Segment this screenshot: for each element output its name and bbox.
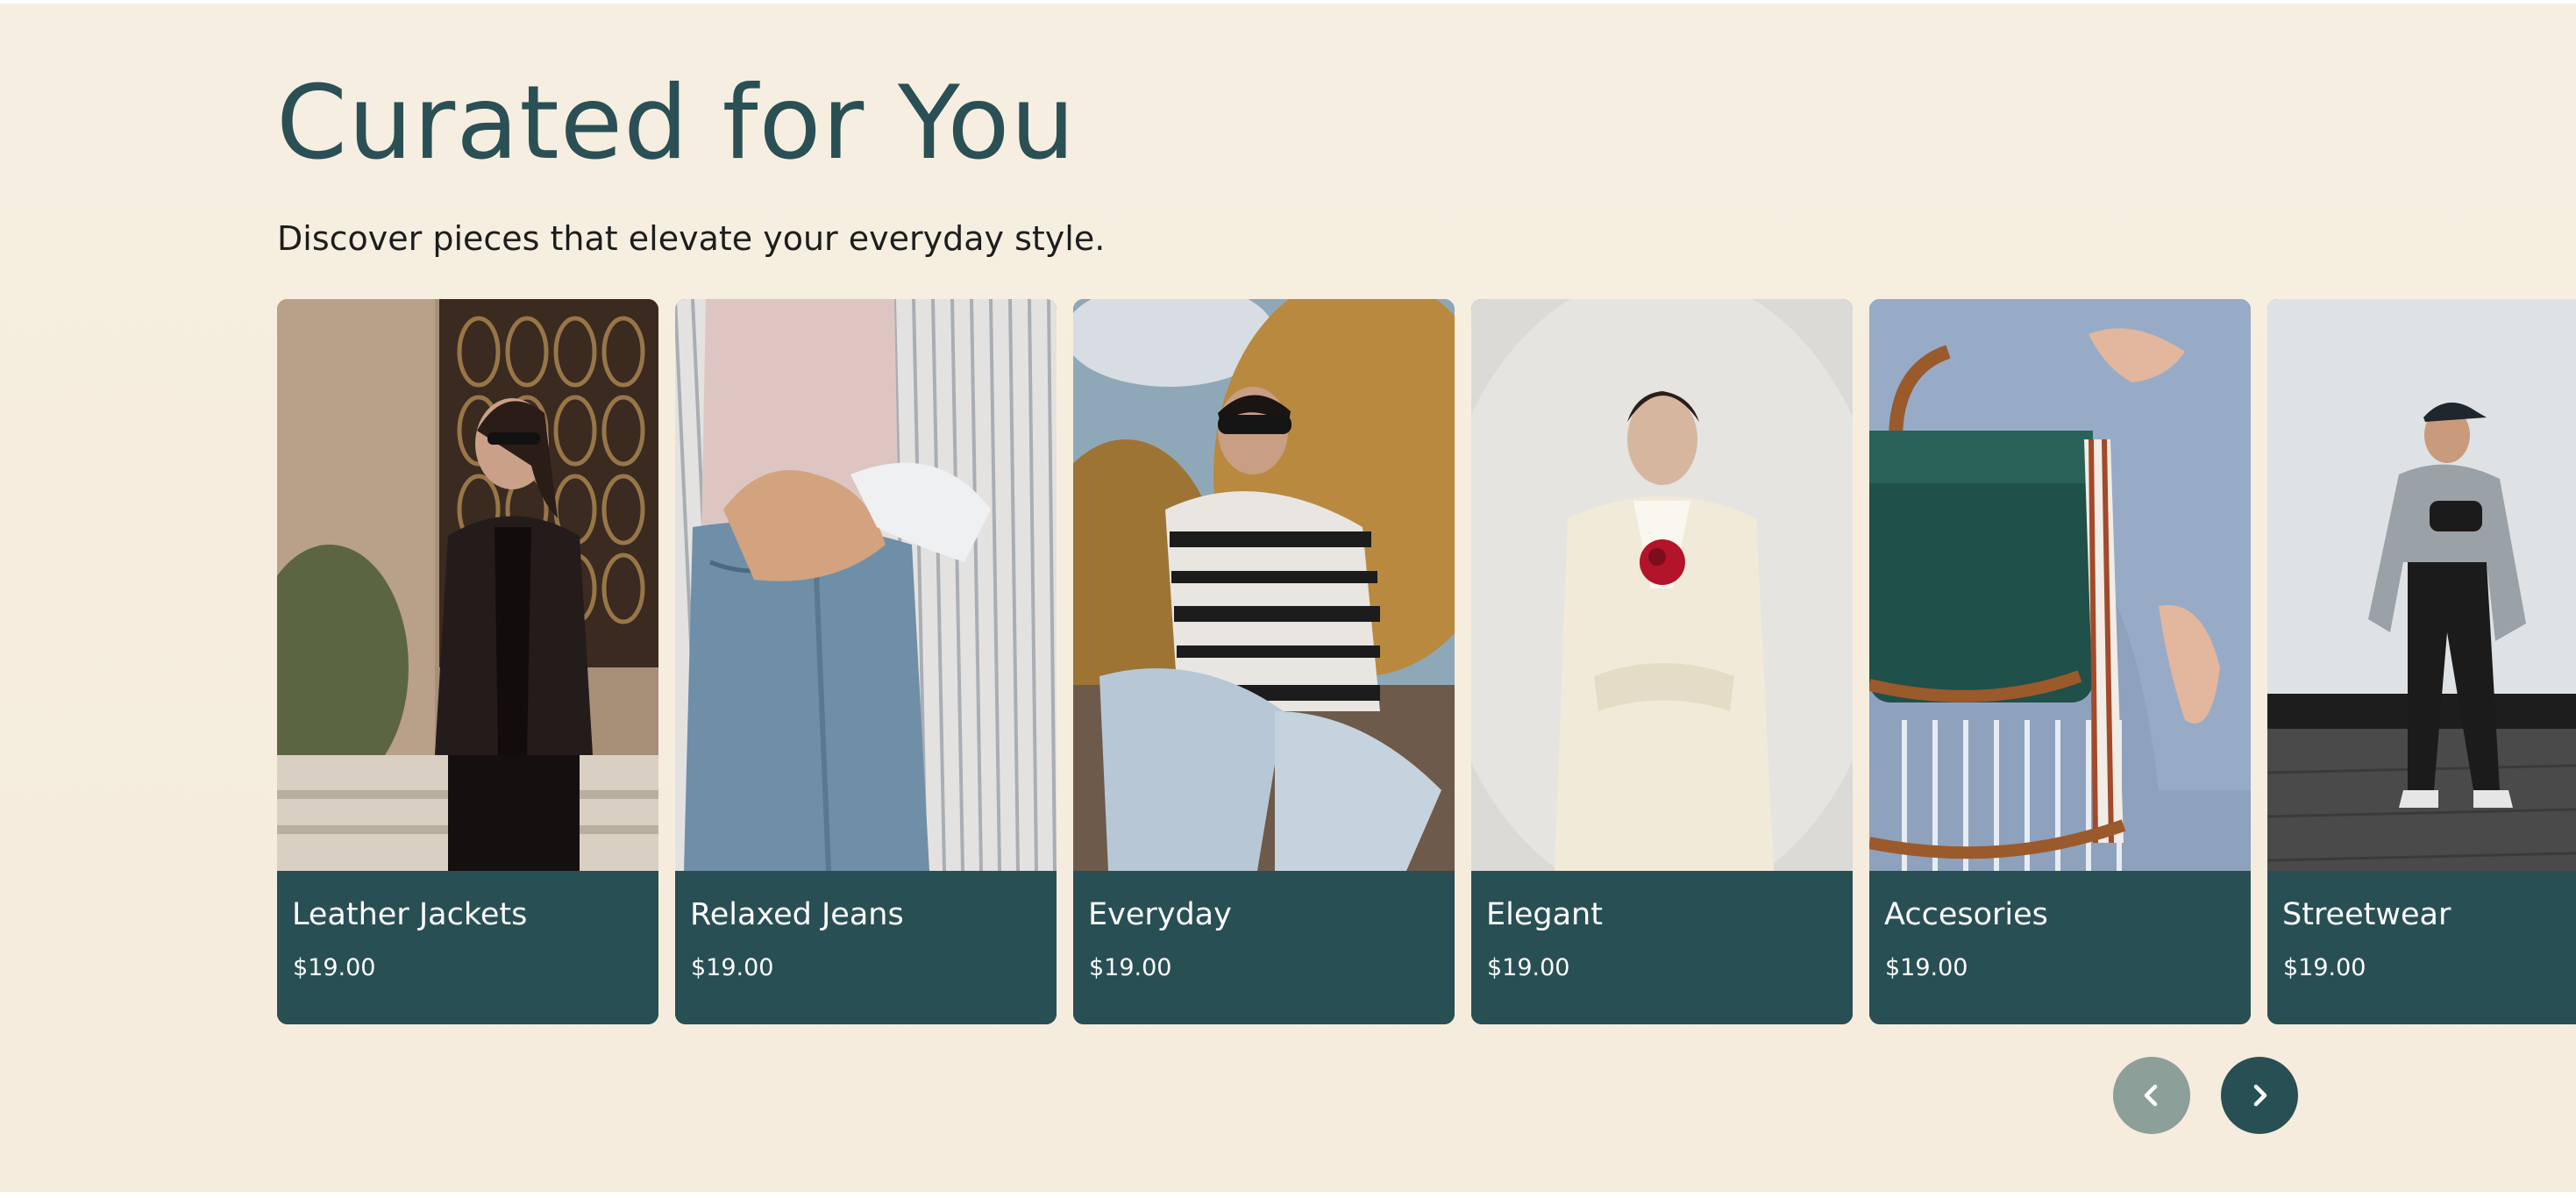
product-card[interactable]: Streetwear $19.00 bbox=[2267, 299, 2576, 1024]
section-subtitle: Discover pieces that elevate your everyd… bbox=[277, 219, 1106, 258]
product-carousel[interactable]: Leather Jackets $19.00 Relaxed Jeans $19… bbox=[277, 299, 2576, 1024]
product-image bbox=[1471, 299, 1853, 871]
product-price: $19.00 bbox=[1089, 954, 1172, 981]
curated-section: Curated for You Discover pieces that ele… bbox=[0, 4, 2576, 1192]
product-card[interactable]: Everyday $19.00 bbox=[1073, 299, 1455, 1024]
product-image bbox=[675, 299, 1057, 871]
product-card[interactable]: Leather Jackets $19.00 bbox=[277, 299, 658, 1024]
product-image bbox=[1869, 299, 2251, 871]
product-name: Everyday bbox=[1088, 897, 1232, 932]
product-price: $19.00 bbox=[1885, 954, 1968, 981]
product-image bbox=[2267, 299, 2576, 871]
product-card[interactable]: Relaxed Jeans $19.00 bbox=[675, 299, 1057, 1024]
product-name: Relaxed Jeans bbox=[690, 897, 904, 932]
product-price: $19.00 bbox=[2283, 954, 2366, 981]
product-image bbox=[1073, 299, 1455, 871]
product-card[interactable]: Elegant $19.00 bbox=[1471, 299, 1853, 1024]
chevron-left-icon bbox=[2137, 1080, 2167, 1110]
product-price: $19.00 bbox=[293, 954, 376, 981]
product-name: Leather Jackets bbox=[292, 897, 528, 932]
product-card[interactable]: Accesories $19.00 bbox=[1869, 299, 2251, 1024]
carousel-prev-button[interactable] bbox=[2113, 1057, 2190, 1134]
product-image bbox=[277, 299, 658, 871]
product-price: $19.00 bbox=[1487, 954, 1570, 981]
product-price: $19.00 bbox=[691, 954, 774, 981]
carousel-next-button[interactable] bbox=[2221, 1057, 2298, 1134]
section-title: Curated for You bbox=[276, 64, 1076, 182]
product-name: Accesories bbox=[1884, 897, 2048, 932]
product-name: Elegant bbox=[1486, 897, 1603, 932]
chevron-right-icon bbox=[2245, 1080, 2274, 1110]
product-name: Streetwear bbox=[2282, 897, 2451, 932]
